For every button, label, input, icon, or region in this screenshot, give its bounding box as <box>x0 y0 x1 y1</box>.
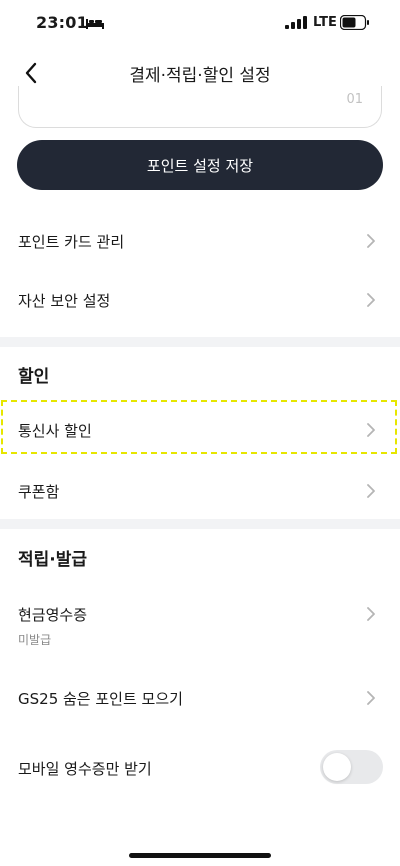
signal-icon <box>285 16 307 29</box>
chevron-right-icon <box>367 607 375 621</box>
menu-label: 쿠폰함 <box>18 483 60 501</box>
menu-item-point-card[interactable]: 포인트 카드 관리 <box>0 212 400 270</box>
menu-label: 현금영수증 <box>18 606 88 624</box>
chevron-right-icon <box>367 234 375 248</box>
bed-icon <box>86 19 104 29</box>
chevron-right-icon <box>367 691 375 705</box>
menu-label: 자산 보안 설정 <box>18 292 111 310</box>
menu-label: GS25 숨은 포인트 모으기 <box>18 690 183 708</box>
menu-item-cash-receipt[interactable]: 현금영수증 미발급 <box>0 590 400 656</box>
chevron-right-icon <box>367 293 375 307</box>
menu-item-coupon-box[interactable]: 쿠폰함 <box>0 461 400 519</box>
chevron-right-icon <box>367 484 375 498</box>
menu-label: 포인트 카드 관리 <box>18 233 125 251</box>
status-time: 23:01 <box>36 13 88 32</box>
mobile-receipt-toggle[interactable] <box>320 750 383 784</box>
save-point-settings-button[interactable]: 포인트 설정 저장 <box>17 140 383 190</box>
point-input-suffix: 01 <box>346 92 363 107</box>
section-header-discount: 할인 <box>18 367 50 387</box>
network-label: LTE <box>313 15 337 30</box>
menu-item-gs25-hidden-points[interactable]: GS25 숨은 포인트 모으기 <box>0 668 400 726</box>
section-divider <box>0 519 400 529</box>
toggle-knob <box>323 753 351 781</box>
chevron-right-icon <box>367 423 375 437</box>
status-bar: 23:01 LTE <box>0 0 400 46</box>
home-indicator[interactable] <box>129 853 271 858</box>
menu-item-asset-security[interactable]: 자산 보안 설정 <box>0 270 400 328</box>
page-title: 결제·적립·할인 설정 <box>129 66 271 86</box>
menu-label: 통신사 할인 <box>18 422 92 440</box>
section-header-accrual: 적립·발급 <box>18 550 88 570</box>
point-input-field[interactable]: 01 <box>18 86 382 128</box>
menu-label: 모바일 영수증만 받기 <box>18 760 152 778</box>
cash-receipt-status: 미발급 <box>18 633 52 647</box>
section-divider <box>0 337 400 347</box>
menu-item-telecom-discount[interactable]: 통신사 할인 <box>0 402 400 454</box>
battery-icon <box>340 15 369 30</box>
